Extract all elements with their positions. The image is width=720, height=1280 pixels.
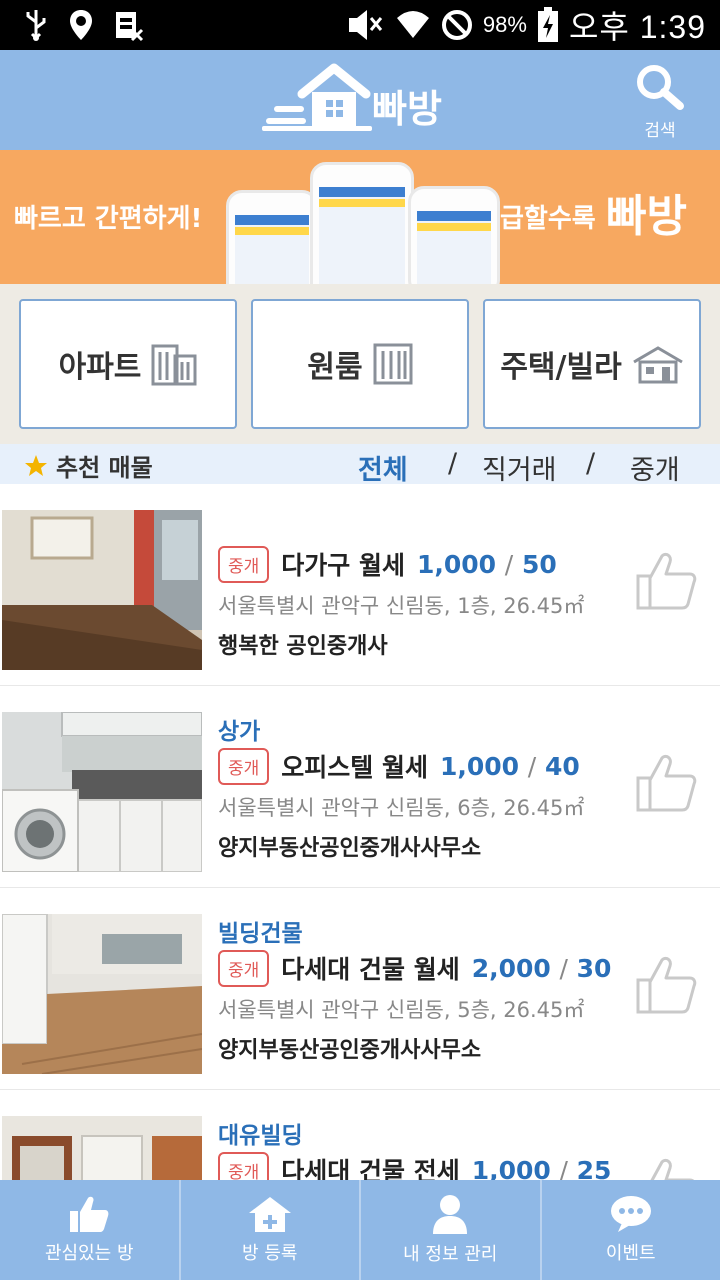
app-header: 빠방 검색 <box>0 50 720 150</box>
person-icon <box>433 1195 468 1234</box>
nav-label: 관심있는 방 <box>44 1243 134 1264</box>
nav-events[interactable]: 이벤트 <box>542 1180 720 1280</box>
listing-item[interactable]: 중개 다가구 월세 1,000 / 50 서울특별시 관악구 신림동, 1층, … <box>0 486 720 686</box>
house-icon <box>632 346 683 384</box>
phone-mockup-center <box>310 162 414 284</box>
property-type: 다세대 건물 월세 <box>281 955 460 984</box>
price: 1,000 / 50 <box>417 549 557 579</box>
thumbs-up-icon[interactable] <box>634 750 698 814</box>
chat-bubble-icon <box>610 1196 651 1232</box>
property-type: 다가구 월세 <box>281 551 405 580</box>
deposit: 1,000 <box>417 549 497 579</box>
broker-badge: 중개 <box>218 747 270 785</box>
search-button[interactable]: 검색 <box>628 62 692 142</box>
banner-slogan-left: 빠르고 간편하게! <box>14 204 203 234</box>
address: 서울특별시 관악구 신림동, 5층, 26.45㎡ <box>218 998 585 1022</box>
nav-label: 내 정보 관리 <box>403 1244 498 1265</box>
building-name: 대유빌딩 <box>218 1123 303 1149</box>
logo-text: 빠방 <box>372 87 442 131</box>
clock: 오후 1:39 <box>568 9 706 45</box>
listing-photo <box>2 914 202 1074</box>
mute-icon <box>348 10 383 40</box>
recommended-heading: 추천 매물 <box>24 448 153 483</box>
search-icon <box>637 65 684 110</box>
price: 2,000 / 30 <box>471 953 612 983</box>
status-bar: 98% 오후 1:39 <box>0 0 720 50</box>
building-name: 상가 <box>218 719 261 745</box>
banner-brand: 빠방 <box>606 191 687 242</box>
address: 서울특별시 관악구 신림동, 1층, 26.45㎡ <box>218 594 585 618</box>
agency-name: 양지부동산공인중개사사무소 <box>218 836 482 861</box>
location-icon <box>70 10 92 40</box>
recommend-filter-bar: 추천 매물 전체 / 직거래 / 중개 <box>0 444 720 487</box>
no-entry-icon <box>441 10 472 40</box>
usb-icon <box>26 10 46 41</box>
bottom-navigation: 관심있는 방 방 등록 내 정보 관리 이벤트 <box>0 1180 720 1280</box>
listing-item[interactable]: 상가 중개 오피스텔 월세 1,000 / 40 서울특별시 관악구 신림동, … <box>0 688 720 888</box>
nav-my-info[interactable]: 내 정보 관리 <box>361 1180 542 1280</box>
building-icon <box>373 343 413 385</box>
filter-all-tab[interactable]: 전체 <box>358 448 408 487</box>
category-label: 원룸 <box>307 350 363 385</box>
thumbs-up-icon <box>70 1196 109 1232</box>
battery-percent: 98% <box>482 12 527 37</box>
category-oneroom-button[interactable]: 원룸 <box>251 299 469 429</box>
banner-slogan-right: 급할수록 <box>500 204 596 234</box>
monthly-rent: 30 <box>576 953 612 983</box>
price: 1,000 / 40 <box>440 751 580 781</box>
property-type: 오피스텔 월세 <box>281 753 428 782</box>
recommended-label: 추천 매물 <box>56 454 153 482</box>
listing-photo <box>2 510 202 670</box>
house-plus-icon <box>248 1197 291 1232</box>
filter-separator: / <box>448 448 458 479</box>
nav-label: 이벤트 <box>605 1243 656 1264</box>
filter-separator: / <box>586 448 596 479</box>
phone-mockup-right <box>408 186 500 284</box>
wifi-icon <box>396 11 429 38</box>
agency-name: 양지부동산공인중개사사무소 <box>218 1038 482 1063</box>
filter-broker-tab[interactable]: 중개 <box>630 448 680 487</box>
broker-badge: 중개 <box>218 949 270 987</box>
category-house-villa-button[interactable]: 주택/빌라 <box>483 299 701 429</box>
agency-name: 행복한 공인중개사 <box>218 634 388 659</box>
building-name <box>218 510 630 544</box>
category-label: 주택/빌라 <box>500 350 622 385</box>
phone-mockup-left <box>226 190 318 284</box>
listing-photo <box>2 712 202 872</box>
deposit: 2,000 <box>471 953 551 983</box>
category-label: 아파트 <box>58 350 142 385</box>
apartment-building-icon <box>151 344 197 386</box>
nav-register-room[interactable]: 방 등록 <box>181 1180 361 1280</box>
thumbs-up-icon[interactable] <box>634 952 698 1016</box>
category-apartment-button[interactable]: 아파트 <box>19 299 237 429</box>
category-section: 아파트 원룸 주택/빌라 <box>0 284 720 444</box>
promo-banner[interactable]: 빠르고 간편하게! 급할수록 빠방 <box>0 150 720 284</box>
star-icon <box>25 454 47 476</box>
deposit: 1,000 <box>440 751 520 781</box>
search-label: 검색 <box>644 121 676 141</box>
nav-favorites[interactable]: 관심있는 방 <box>0 1180 181 1280</box>
address: 서울특별시 관악구 신림동, 6층, 26.45㎡ <box>218 796 585 820</box>
app-logo: 빠방 <box>262 60 462 140</box>
filter-direct-tab[interactable]: 직거래 <box>482 448 557 487</box>
listing-item[interactable]: 빌딩건물 중개 다세대 건물 월세 2,000 / 30 서울특별시 관악구 신… <box>0 890 720 1090</box>
building-name: 빌딩건물 <box>218 921 303 947</box>
nav-label: 방 등록 <box>242 1243 298 1264</box>
monthly-rent: 50 <box>521 549 557 579</box>
thumbs-up-icon[interactable] <box>634 548 698 612</box>
battery-charging-icon <box>537 7 558 42</box>
monthly-rent: 40 <box>544 751 580 781</box>
sim-off-icon <box>116 12 144 42</box>
broker-badge: 중개 <box>218 545 270 583</box>
